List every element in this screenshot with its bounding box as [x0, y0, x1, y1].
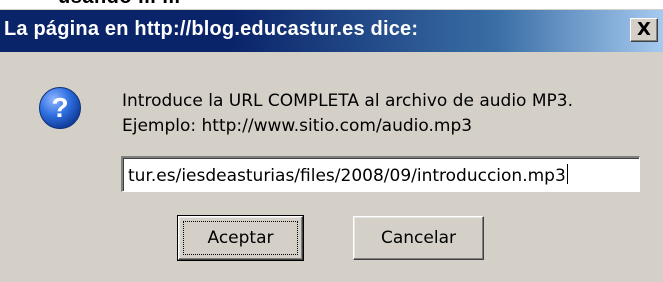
background-page-strip: usando ... ... [0, 0, 663, 8]
dialog-title: La página en http://blog.educastur.es di… [4, 18, 419, 40]
url-input[interactable]: tur.es/iesdeasturias/files/2008/09/intro… [121, 156, 640, 192]
url-input-value: tur.es/iesdeasturias/files/2008/09/intro… [128, 166, 566, 186]
question-icon: ? [39, 87, 81, 129]
svg-text:?: ? [51, 92, 68, 123]
message-line-2: Ejemplo: http://www.sitio.com/audio.mp3 [122, 116, 473, 136]
cancel-button-label: Cancelar [381, 228, 456, 248]
cancel-button[interactable]: Cancelar [353, 216, 484, 260]
background-page-text: usando ... ... [58, 0, 181, 8]
dialog-message: Introduce la URL COMPLETA al archivo de … [122, 89, 573, 139]
prompt-dialog: La página en http://blog.educastur.es di… [0, 9, 663, 282]
text-caret [566, 164, 568, 184]
close-button[interactable]: X [630, 18, 658, 42]
close-icon: X [637, 19, 651, 40]
dialog-titlebar[interactable]: La página en http://blog.educastur.es di… [0, 10, 663, 52]
accept-button-label: Aceptar [207, 228, 274, 248]
accept-button[interactable]: Aceptar [177, 215, 304, 261]
message-line-1: Introduce la URL COMPLETA al archivo de … [122, 91, 573, 111]
